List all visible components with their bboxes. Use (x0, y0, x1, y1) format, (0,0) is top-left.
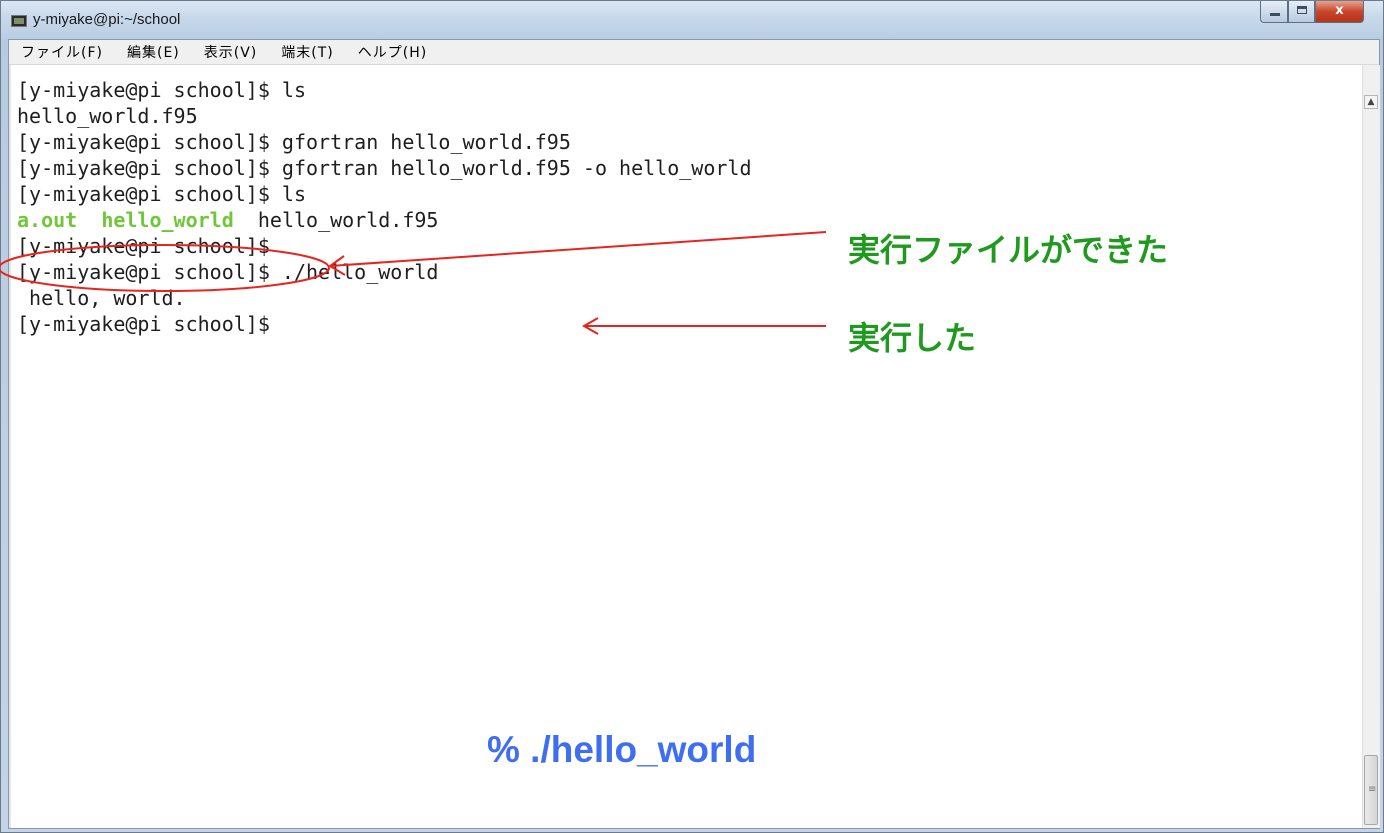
executable-aout: a.out (17, 208, 78, 232)
source-file: hello_world.f95 (257, 208, 439, 232)
scroll-up-arrow-icon[interactable]: ▲ (1364, 95, 1378, 109)
terminal-client-area: ファイル(F) 編集(E) 表示(V) 端末(T) ヘルプ(H) [y-miya… (8, 39, 1380, 829)
terminal-app-icon (11, 15, 27, 27)
terminal-line: [y-miyake@pi school]$ ./hello_world (17, 260, 439, 284)
close-icon: x (1335, 3, 1344, 18)
menu-view[interactable]: 表示(V) (192, 42, 270, 62)
terminal-line: [y-miyake@pi school]$ ls (17, 182, 306, 206)
vertical-scrollbar[interactable]: ▲ ≡ (1362, 65, 1380, 828)
close-button[interactable]: x (1315, 1, 1364, 23)
terminal-line: [y-miyake@pi school]$ (17, 234, 270, 258)
title-bar[interactable]: y-miyake@pi:~/school x (1, 1, 1383, 39)
scroll-thumb[interactable]: ≡ (1364, 755, 1378, 825)
ls-output-line: a.out hello_world hello_world.f95 (17, 207, 438, 233)
terminal-line: [y-miyake@pi school]$ (17, 312, 270, 336)
maximize-icon (1297, 6, 1307, 14)
terminal-line: [y-miyake@pi school]$ ls (17, 78, 306, 102)
terminal-line: [y-miyake@pi school]$ gfortran hello_wor… (17, 156, 752, 180)
menu-edit[interactable]: 編集(E) (115, 42, 192, 62)
menu-help[interactable]: ヘルプ(H) (346, 42, 439, 62)
minimize-icon (1270, 13, 1280, 16)
window-title: y-miyake@pi:~/school (33, 11, 181, 28)
menu-terminal[interactable]: 端末(T) (269, 42, 345, 62)
menu-file[interactable]: ファイル(F) (9, 42, 115, 62)
executable-hello-world: hello_world (101, 208, 234, 232)
menu-bar: ファイル(F) 編集(E) 表示(V) 端末(T) ヘルプ(H) (9, 40, 1379, 65)
terminal-line: hello_world.f95 (17, 104, 198, 128)
terminal-line: hello, world. (17, 286, 186, 310)
terminal-line: [y-miyake@pi school]$ gfortran hello_wor… (17, 130, 571, 154)
terminal-window: y-miyake@pi:~/school x ファイル(F) 編集(E) 表示(… (0, 0, 1384, 833)
minimize-button[interactable] (1260, 1, 1288, 23)
maximize-button[interactable] (1288, 1, 1315, 23)
terminal-output[interactable]: [y-miyake@pi school]$ ls hello_world.f95… (9, 65, 1363, 828)
grip-icon: ≡ (1368, 784, 1377, 795)
